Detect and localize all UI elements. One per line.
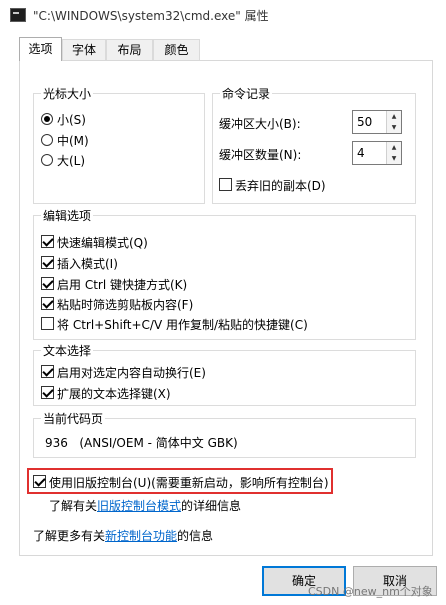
buffer-count-value[interactable]: 4 [357, 146, 365, 160]
filter-clipboard-checkbox[interactable] [41, 297, 54, 310]
tab-colors[interactable]: 颜色 [153, 39, 200, 60]
new-console-suffix: 的信息 [177, 529, 214, 543]
codepage-value: 936 (ANSI/OEM - 简体中文 GBK) [45, 436, 238, 450]
insert-mode-checkbox[interactable] [41, 256, 54, 269]
text-selection-legend: 文本选择 [41, 342, 94, 359]
codepage-legend: 当前代码页 [41, 410, 106, 427]
tab-layout[interactable]: 布局 [106, 39, 153, 60]
legacy-mode-link[interactable]: 旧版控制台模式 [97, 499, 181, 513]
quick-edit-checkbox[interactable] [41, 235, 54, 248]
edit-options-legend: 编辑选项 [41, 207, 94, 224]
auto-wrap-label: 启用对选定内容自动换行(E) [57, 366, 206, 380]
command-history-legend: 命令记录 [220, 85, 273, 102]
new-console-prefix: 了解更多有关 [33, 529, 106, 543]
cursor-large-radio[interactable] [41, 154, 53, 166]
cursor-small-radio[interactable] [41, 113, 53, 125]
buffer-count-label: 缓冲区数量(N): [219, 148, 302, 162]
discard-old-label: 丢弃旧的副本(D) [235, 179, 326, 193]
cursor-small-label: 小(S) [57, 113, 86, 127]
extended-selection-label: 扩展的文本选择键(X) [57, 387, 171, 401]
buffer-size-value[interactable]: 50 [357, 115, 372, 129]
buffer-size-spin-buttons: ▲ ▼ [386, 111, 401, 133]
window-title: "C:\WINDOWS\system32\cmd.exe" 属性 [33, 9, 269, 23]
ctrl-shift-cv-label: 将 Ctrl+Shift+C/V 用作复制/粘贴的快捷键(C) [57, 318, 308, 332]
ctrl-shortcuts-label: 启用 Ctrl 键快捷方式(K) [57, 278, 188, 292]
buffer-count-spinner[interactable]: 4 ▲ ▼ [352, 141, 402, 165]
new-console-features-link[interactable]: 新控制台功能 [105, 529, 177, 543]
insert-mode-label: 插入模式(I) [57, 257, 118, 271]
buffer-size-label: 缓冲区大小(B): [219, 117, 301, 131]
quick-edit-label: 快速编辑模式(Q) [57, 236, 148, 250]
auto-wrap-checkbox[interactable] [41, 365, 54, 378]
spin-down-icon[interactable]: ▼ [387, 153, 401, 164]
cursor-medium-label: 中(M) [57, 134, 89, 148]
legacy-learn-prefix: 了解有关 [49, 499, 98, 513]
new-console-learn-more-text: 了解更多有关新控制台功能的信息 [33, 527, 213, 544]
legacy-learn-more-text: 了解有关旧版控制台模式的详细信息 [49, 497, 241, 514]
csdn-watermark: CSDN @new_nm个对象 [308, 585, 433, 598]
cursor-medium-radio[interactable] [41, 134, 53, 146]
tab-font[interactable]: 字体 [62, 39, 106, 60]
title-bar[interactable]: "C:\WINDOWS\system32\cmd.exe" 属性 [0, 0, 446, 30]
tab-options[interactable]: 选项 [19, 37, 62, 61]
spin-down-icon[interactable]: ▼ [387, 122, 401, 133]
legacy-console-label: 使用旧版控制台(U)(需要重新启动，影响所有控制台) [49, 476, 329, 490]
legacy-console-checkbox[interactable] [33, 475, 46, 488]
cursor-size-legend: 光标大小 [41, 85, 94, 102]
extended-selection-checkbox[interactable] [41, 386, 54, 399]
filter-clipboard-label: 粘贴时筛选剪贴板内容(F) [57, 298, 194, 312]
cmd-app-icon [10, 8, 26, 22]
legacy-learn-suffix: 的详细信息 [181, 499, 242, 513]
ctrl-shift-cv-checkbox[interactable] [41, 317, 54, 330]
buffer-size-spinner[interactable]: 50 ▲ ▼ [352, 110, 402, 134]
ctrl-shortcuts-checkbox[interactable] [41, 277, 54, 290]
cursor-large-label: 大(L) [57, 154, 86, 168]
discard-old-checkbox[interactable] [219, 178, 232, 191]
buffer-count-spin-buttons: ▲ ▼ [386, 142, 401, 164]
